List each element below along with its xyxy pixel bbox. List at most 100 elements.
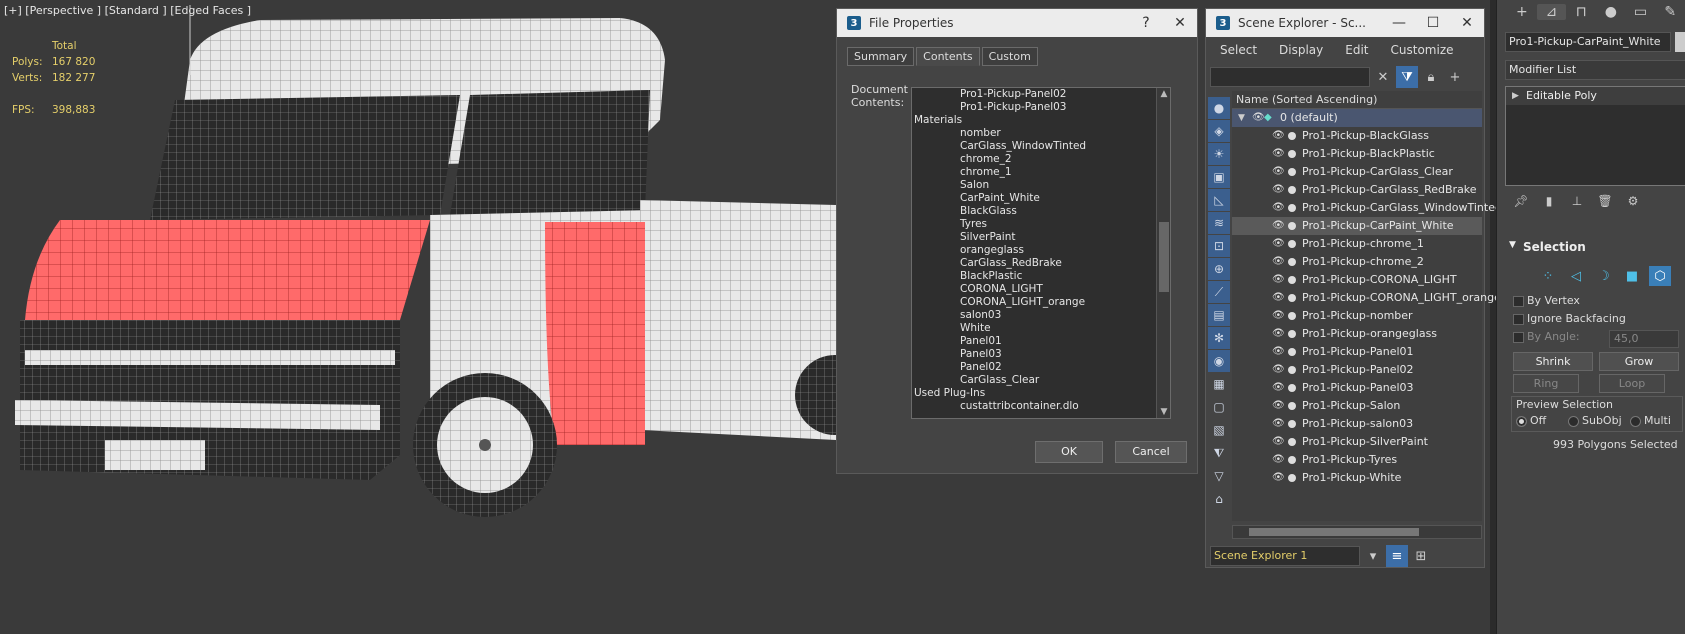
eye-icon[interactable]: 👁︎ bbox=[1272, 163, 1285, 181]
camera-filter-icon[interactable]: ▣ bbox=[1208, 166, 1230, 188]
hierarchy-tab-icon[interactable]: ⊓ bbox=[1566, 4, 1596, 20]
helper-filter-icon[interactable]: ◺ bbox=[1208, 189, 1230, 211]
freeze-dot-icon[interactable] bbox=[1288, 456, 1296, 464]
close-button[interactable]: ✕ bbox=[1163, 15, 1197, 31]
remove-modifier-icon[interactable]: 🗑︎ bbox=[1591, 194, 1619, 208]
ring-button[interactable]: Ring bbox=[1513, 374, 1579, 393]
eye-icon[interactable]: 👁︎ bbox=[1272, 289, 1285, 307]
menu-edit[interactable]: Edit bbox=[1345, 43, 1368, 57]
freeze-dot-icon[interactable] bbox=[1288, 222, 1296, 230]
freeze-dot-icon[interactable] bbox=[1288, 204, 1296, 212]
preview-subobj-radio[interactable]: SubObj bbox=[1568, 414, 1622, 427]
display-none-icon[interactable]: ▢ bbox=[1208, 396, 1230, 418]
scroll-down-icon[interactable]: ▼ bbox=[1157, 407, 1170, 417]
scene-object-row[interactable]: 👁︎ Pro1-Pickup-CarGlass_WindowTinted bbox=[1232, 199, 1502, 217]
freeze-dot-icon[interactable] bbox=[1288, 402, 1296, 410]
eye-icon[interactable]: 👁︎ bbox=[1272, 379, 1285, 397]
lock-icon[interactable]: 🔒︎ bbox=[1420, 66, 1442, 88]
eye-icon[interactable]: 👁︎ bbox=[1272, 271, 1285, 289]
layer-row-default[interactable]: ▼ 👁︎ ◆ 0 (default) bbox=[1232, 109, 1482, 127]
freeze-dot-icon[interactable] bbox=[1288, 276, 1296, 284]
eye-icon[interactable]: 👁︎ bbox=[1272, 127, 1285, 145]
eye-icon[interactable]: 👁︎ bbox=[1272, 235, 1285, 253]
eye-icon[interactable]: 👁︎ bbox=[1272, 469, 1285, 487]
scene-object-row[interactable]: 👁︎ Pro1-Pickup-chrome_1 bbox=[1232, 235, 1482, 253]
eye-icon[interactable]: 👁︎ bbox=[1272, 199, 1285, 217]
show-end-result-icon[interactable]: ▮ bbox=[1535, 194, 1563, 208]
freeze-dot-icon[interactable] bbox=[1288, 132, 1296, 140]
make-unique-icon[interactable]: ⊥ bbox=[1563, 194, 1591, 208]
freeze-dot-icon[interactable] bbox=[1288, 438, 1296, 446]
bone-filter-icon[interactable]: ⟋ bbox=[1208, 281, 1230, 303]
scene-object-row[interactable]: 👁︎ Pro1-Pickup-BlackGlass bbox=[1232, 127, 1482, 145]
loop-button[interactable]: Loop bbox=[1599, 374, 1665, 393]
polygon-icon[interactable]: ■ bbox=[1621, 266, 1643, 286]
maximize-button[interactable]: ☐ bbox=[1416, 15, 1450, 31]
scene-explorer-titlebar[interactable]: 3 Scene Explorer - Sc... — ☐ ✕ bbox=[1206, 9, 1484, 37]
eye-icon[interactable]: 👁︎ bbox=[1272, 217, 1285, 235]
scene-object-row[interactable]: 👁︎ Pro1-Pickup-CORONA_LIGHT_orange bbox=[1232, 289, 1501, 307]
eye-icon[interactable]: 👁︎ bbox=[1252, 109, 1265, 127]
border-icon[interactable]: ☽ bbox=[1593, 266, 1615, 286]
sort-by-hierarchy-icon[interactable]: ⊞ bbox=[1410, 545, 1432, 567]
document-contents-list[interactable]: Pro1-Pickup-Panel02 Pro1-Pickup-Panel03 Ma… bbox=[911, 87, 1171, 419]
freeze-dot-icon[interactable] bbox=[1288, 168, 1296, 176]
explorer-select-combo[interactable]: Scene Explorer 1 bbox=[1210, 546, 1360, 566]
scene-object-row[interactable]: 👁︎ Pro1-Pickup-salon03 bbox=[1232, 415, 1482, 433]
modify-tab-icon[interactable]: ⊿ bbox=[1536, 4, 1567, 20]
funnel-icon[interactable]: ⧨ bbox=[1208, 442, 1230, 464]
element-icon[interactable]: ⬡ bbox=[1649, 266, 1671, 286]
menu-select[interactable]: Select bbox=[1220, 43, 1257, 57]
file-properties-titlebar[interactable]: 3 File Properties ? ✕ bbox=[837, 9, 1197, 37]
eye-icon[interactable]: 👁︎ bbox=[1272, 343, 1285, 361]
create-tab-icon[interactable]: + bbox=[1507, 4, 1537, 20]
name-column-header[interactable]: Name (Sorted Ascending) bbox=[1232, 91, 1482, 109]
freeze-dot-icon[interactable] bbox=[1288, 348, 1296, 356]
scene-object-row[interactable]: 👁︎ Pro1-Pickup-orangeglass bbox=[1232, 325, 1482, 343]
hscroll-thumb[interactable] bbox=[1249, 528, 1419, 536]
help-button[interactable]: ? bbox=[1129, 15, 1163, 31]
light-filter-icon[interactable]: ☀ bbox=[1208, 143, 1230, 165]
freeze-dot-icon[interactable] bbox=[1288, 186, 1296, 194]
add-layer-icon[interactable]: + bbox=[1444, 66, 1466, 88]
scroll-thumb[interactable] bbox=[1159, 222, 1169, 292]
eye-icon[interactable]: 👁︎ bbox=[1272, 181, 1285, 199]
freeze-dot-icon[interactable] bbox=[1288, 258, 1296, 266]
eye-icon[interactable]: 👁︎ bbox=[1272, 397, 1285, 415]
preview-multi-radio[interactable]: Multi bbox=[1630, 414, 1671, 427]
scene-object-row[interactable]: 👁︎ Pro1-Pickup-Panel03 bbox=[1232, 379, 1482, 397]
display-all-icon[interactable]: ▦ bbox=[1208, 373, 1230, 395]
tab-summary[interactable]: Summary bbox=[847, 47, 915, 66]
edge-icon[interactable]: ◁ bbox=[1565, 266, 1587, 286]
freeze-dot-icon[interactable] bbox=[1288, 474, 1296, 482]
scene-object-row[interactable]: 👁︎ Pro1-Pickup-CarPaint_White bbox=[1232, 217, 1482, 235]
motion-tab-icon[interactable]: ● bbox=[1596, 4, 1626, 20]
collapse-triangle-icon[interactable]: ▼ bbox=[1238, 109, 1245, 127]
pin-stack-icon[interactable]: 📌︎ bbox=[1507, 194, 1535, 208]
filter-icon[interactable]: ⧩ bbox=[1396, 66, 1418, 88]
eye-icon[interactable]: 👁︎ bbox=[1272, 145, 1285, 163]
object-color-swatch[interactable] bbox=[1675, 32, 1685, 52]
scene-object-row[interactable]: 👁︎ Pro1-Pickup-Tyres bbox=[1232, 451, 1482, 469]
scene-object-row[interactable]: 👁︎ Pro1-Pickup-nomber bbox=[1232, 307, 1482, 325]
freeze-dot-icon[interactable] bbox=[1288, 240, 1296, 248]
menu-customize[interactable]: Customize bbox=[1391, 43, 1454, 57]
preview-off-radio[interactable]: Off bbox=[1516, 414, 1546, 427]
eye-icon[interactable]: 👁︎ bbox=[1272, 307, 1285, 325]
scene-object-row[interactable]: 👁︎ Pro1-Pickup-CarGlass_Clear bbox=[1232, 163, 1482, 181]
freeze-dot-icon[interactable] bbox=[1288, 384, 1296, 392]
freeze-dot-icon[interactable] bbox=[1288, 366, 1296, 374]
search-input[interactable] bbox=[1210, 67, 1370, 87]
scene-object-row[interactable]: 👁︎ Pro1-Pickup-chrome_2 bbox=[1232, 253, 1482, 271]
expand-triangle-icon[interactable]: ▶ bbox=[1512, 87, 1519, 105]
container-filter-icon[interactable]: ▤ bbox=[1208, 304, 1230, 326]
sort-by-layer-icon[interactable]: ≡ bbox=[1386, 545, 1408, 567]
minimize-button[interactable]: — bbox=[1382, 15, 1416, 31]
scene-list-hscrollbar[interactable] bbox=[1232, 525, 1482, 539]
shape-filter-icon[interactable]: ◈ bbox=[1208, 120, 1230, 142]
by-vertex-checkbox[interactable]: By Vertex bbox=[1509, 292, 1685, 310]
spacewarp-filter-icon[interactable]: ≋ bbox=[1208, 212, 1230, 234]
modifier-stack-item[interactable]: ▶ Editable Poly bbox=[1506, 87, 1685, 105]
geometry-filter-icon[interactable]: ● bbox=[1208, 97, 1230, 119]
menu-display[interactable]: Display bbox=[1279, 43, 1323, 57]
